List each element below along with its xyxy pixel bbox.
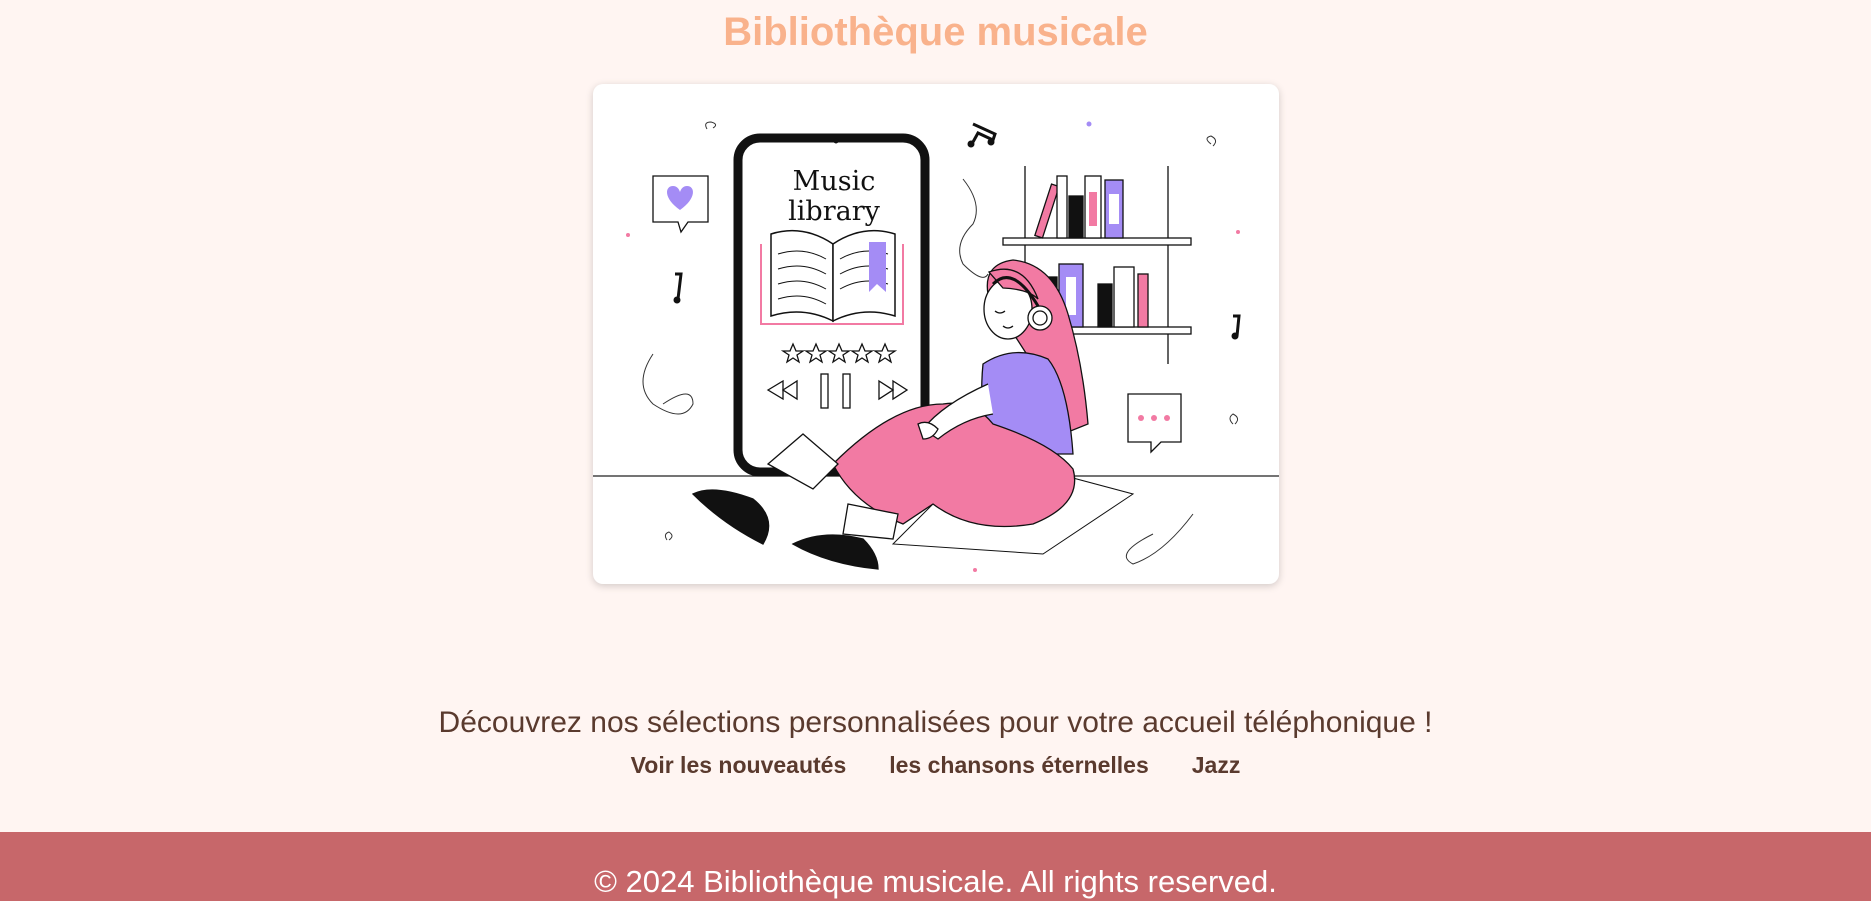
heart-bubble-icon: [652, 175, 709, 234]
book-icon: [760, 229, 904, 325]
music-library-illustration: Music library: [593, 121, 1279, 572]
nav-link-chansons-eternelles[interactable]: les chansons éternelles: [889, 752, 1149, 779]
chat-bubble-icon: [1127, 393, 1182, 454]
main-nav: Voir les nouveautés les chansons éternel…: [0, 752, 1871, 779]
hero-image-card: Music library: [593, 84, 1279, 584]
footer: © 2024 Bibliothèque musicale. All rights…: [0, 832, 1871, 901]
nav-link-nouveautes[interactable]: Voir les nouveautés: [631, 752, 847, 779]
phone-text-line2: library: [788, 196, 880, 227]
nav-link-jazz[interactable]: Jazz: [1192, 752, 1241, 779]
phone-text-line1: Music: [793, 166, 876, 197]
tagline: Découvrez nos sélections personnalisées …: [438, 706, 1433, 739]
footer-copyright: © 2024 Bibliothèque musicale. All rights…: [594, 864, 1277, 899]
page-title: Bibliothèque musicale: [723, 10, 1148, 54]
